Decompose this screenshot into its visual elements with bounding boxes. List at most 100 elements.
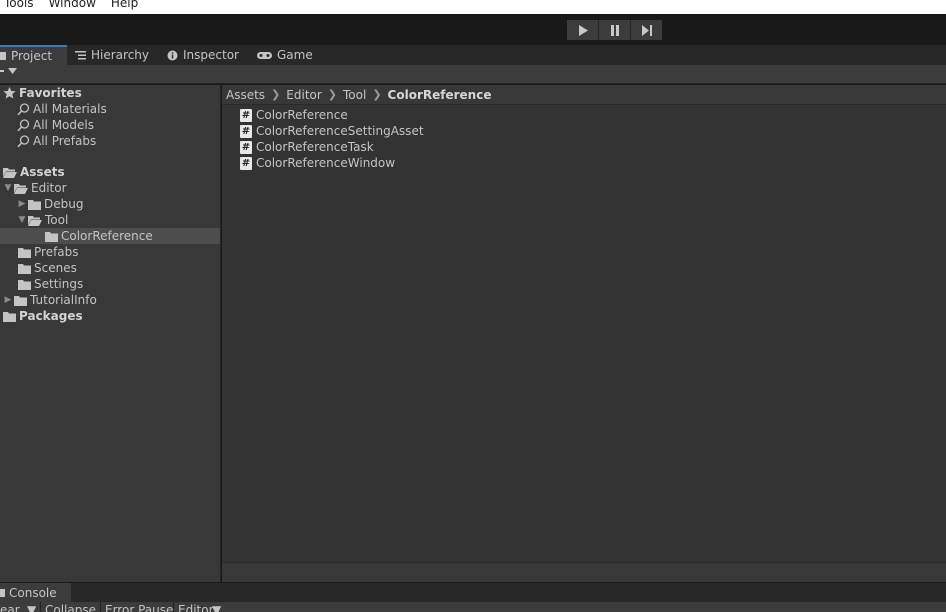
- tree-prefabs[interactable]: Prefabs: [18, 244, 79, 260]
- chevron-right-icon: ❯: [271, 88, 281, 101]
- csharp-script-icon: #: [240, 124, 252, 138]
- create-dropdown[interactable]: [0, 67, 17, 75]
- tree-label: Packages: [19, 309, 83, 323]
- menu-bar: Tools Window Help: [0, 0, 946, 14]
- tree-assets[interactable]: Assets: [3, 164, 65, 180]
- breadcrumb-colorreference[interactable]: ColorReference: [388, 88, 492, 102]
- tree-debug[interactable]: ▶ Debug: [16, 196, 84, 212]
- project-toolbar: [0, 65, 946, 84]
- folder-icon: [18, 279, 31, 290]
- file-item[interactable]: # ColorReferenceWindow: [240, 155, 395, 171]
- tab-game[interactable]: Game: [249, 45, 323, 65]
- clear-options-icon[interactable]: ▼: [27, 603, 36, 612]
- tree-all-materials[interactable]: All Materials: [17, 101, 107, 117]
- pause-icon: [610, 24, 619, 36]
- folder-icon: [18, 247, 31, 258]
- chevron-down-icon[interactable]: ▼: [212, 603, 221, 612]
- tab-project[interactable]: Project: [0, 45, 67, 65]
- search-icon: [17, 134, 30, 148]
- project-status-bar: [222, 562, 946, 582]
- chevron-down-icon: [8, 68, 17, 74]
- step-button[interactable]: [631, 20, 662, 40]
- breadcrumb: Assets ❯ Editor ❯ Tool ❯ ColorReference: [222, 85, 946, 105]
- clear-button[interactable]: ear: [0, 603, 20, 612]
- tab-label: Hierarchy: [91, 48, 150, 62]
- file-item[interactable]: # ColorReference: [240, 107, 348, 123]
- folder-icon: [28, 199, 41, 210]
- tree-editor[interactable]: ▼ Editor: [2, 180, 67, 196]
- project-content-panel: Assets ❯ Editor ❯ Tool ❯ ColorReference …: [222, 85, 946, 582]
- tree-favorites[interactable]: Favorites: [3, 85, 82, 101]
- console-icon: [0, 588, 5, 598]
- console-tab-bar: Console: [0, 583, 946, 602]
- folder-icon: [3, 311, 16, 322]
- collapsed-arrow-icon[interactable]: ▶: [16, 199, 28, 209]
- step-icon: [641, 24, 652, 36]
- tree-all-prefabs[interactable]: All Prefabs: [17, 133, 96, 149]
- expanded-arrow-icon[interactable]: ▼: [16, 215, 28, 225]
- folder-icon: [45, 231, 58, 242]
- tab-label: Inspector: [183, 48, 239, 62]
- tree-scenes[interactable]: Scenes: [18, 260, 77, 276]
- tree-tutorialinfo[interactable]: ▶ TutorialInfo: [2, 292, 97, 308]
- divider: [173, 602, 174, 612]
- main-toolbar: [0, 14, 946, 45]
- tree-label: ColorReference: [61, 229, 153, 243]
- play-controls: [567, 20, 662, 40]
- breadcrumb-tool[interactable]: Tool: [343, 88, 366, 102]
- tree-label: Prefabs: [34, 245, 79, 259]
- tree-label: All Prefabs: [33, 134, 97, 148]
- file-item[interactable]: # ColorReferenceTask: [240, 139, 374, 155]
- folder-icon: [18, 263, 31, 274]
- folder-icon: [0, 51, 6, 61]
- tree-label: Scenes: [34, 261, 77, 275]
- file-label: ColorReferenceTask: [256, 140, 374, 154]
- folder-open-icon: [3, 167, 17, 178]
- menu-window[interactable]: Window: [49, 0, 96, 9]
- tab-console[interactable]: Console: [0, 583, 71, 602]
- menu-tools[interactable]: Tools: [4, 0, 34, 9]
- editor-dropdown[interactable]: Editor: [178, 603, 214, 612]
- tree-label: Favorites: [19, 86, 82, 100]
- breadcrumb-assets[interactable]: Assets: [226, 88, 265, 102]
- folder-open-icon: [28, 215, 42, 226]
- tab-inspector[interactable]: Inspector: [159, 45, 249, 65]
- project-tree-panel: Favorites All Materials All Models All P…: [0, 85, 221, 582]
- tree-colorreference[interactable]: ColorReference: [0, 228, 220, 244]
- tree-packages[interactable]: Packages: [3, 308, 83, 324]
- csharp-script-icon: #: [240, 108, 252, 122]
- csharp-script-icon: #: [240, 140, 252, 154]
- file-label: ColorReferenceSettingAsset: [256, 124, 424, 138]
- info-icon: [167, 50, 178, 61]
- tree-tool[interactable]: ▼ Tool: [16, 212, 69, 228]
- expanded-arrow-icon[interactable]: ▼: [2, 183, 14, 193]
- list-icon: [75, 50, 86, 60]
- tree-label: All Models: [33, 118, 94, 132]
- tree-label: TutorialInfo: [30, 293, 97, 307]
- play-button[interactable]: [567, 20, 599, 40]
- tab-label: Project: [11, 49, 53, 63]
- star-icon: [3, 87, 16, 99]
- chevron-right-icon: ❯: [327, 88, 338, 101]
- folder-open-icon: [14, 183, 28, 194]
- collapse-button[interactable]: Collapse: [45, 603, 96, 612]
- breadcrumb-editor[interactable]: Editor: [286, 88, 322, 102]
- gamepad-icon: [257, 51, 272, 60]
- csharp-script-icon: #: [240, 156, 252, 170]
- error-pause-button[interactable]: Error Pause: [105, 603, 173, 612]
- search-icon: [17, 118, 30, 132]
- menu-help[interactable]: Help: [111, 0, 138, 9]
- tab-hierarchy[interactable]: Hierarchy: [67, 45, 160, 65]
- pause-button[interactable]: [599, 20, 631, 40]
- chevron-right-icon: ❯: [372, 88, 382, 101]
- tree-settings[interactable]: Settings: [18, 276, 83, 292]
- tree-all-models[interactable]: All Models: [17, 117, 94, 133]
- tree-label: All Materials: [33, 102, 107, 116]
- collapsed-arrow-icon[interactable]: ▶: [2, 295, 14, 305]
- tree-label: Assets: [20, 165, 65, 179]
- tree-label: Tool: [45, 213, 69, 227]
- file-item[interactable]: # ColorReferenceSettingAsset: [240, 123, 424, 139]
- divider: [40, 602, 41, 612]
- divider: [100, 602, 101, 612]
- tree-label: Settings: [34, 277, 84, 291]
